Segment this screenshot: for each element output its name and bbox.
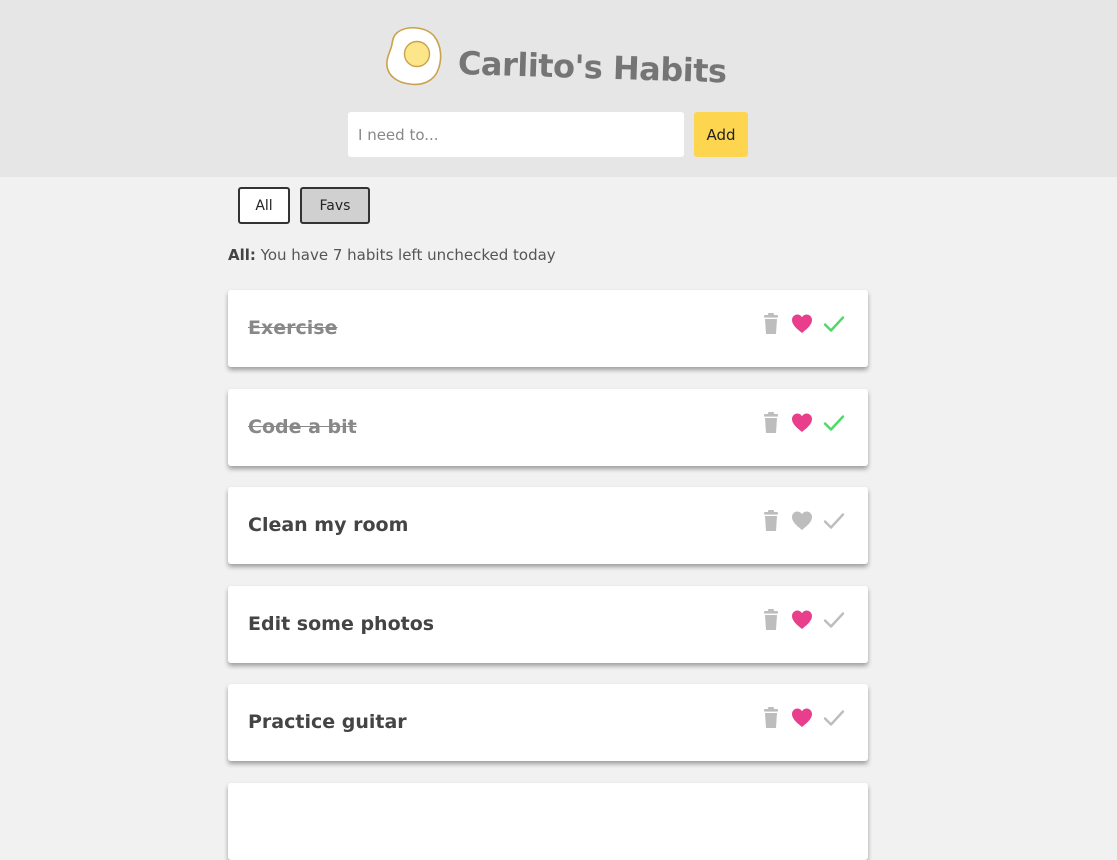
heart-icon[interactable] xyxy=(790,312,814,336)
habit-card: Practice guitar xyxy=(228,684,868,761)
filter-all-button[interactable]: All xyxy=(238,187,290,224)
fried-egg-icon xyxy=(386,27,442,86)
trash-icon[interactable] xyxy=(759,312,783,336)
habit-card: Code a bit xyxy=(228,388,868,466)
app-header: Carlito's Habits Add xyxy=(0,0,1117,177)
heart-icon[interactable] xyxy=(790,411,814,435)
check-icon[interactable] xyxy=(822,608,846,632)
habit-card: Clean my room xyxy=(228,487,868,564)
check-icon[interactable] xyxy=(822,706,846,730)
habit-text: Code a bit xyxy=(248,415,357,438)
heart-icon[interactable] xyxy=(790,706,814,730)
habit-text: Practice guitar xyxy=(248,711,407,733)
habit-input[interactable] xyxy=(348,112,684,157)
add-button[interactable]: Add xyxy=(694,112,748,157)
check-icon[interactable] xyxy=(822,411,846,435)
habits-summary: All: You have 7 habits left unchecked to… xyxy=(228,246,556,264)
habit-card: Exercise xyxy=(228,290,868,367)
summary-label: All: xyxy=(228,246,256,264)
heart-icon[interactable] xyxy=(790,509,814,533)
habit-text: Clean my room xyxy=(248,514,409,536)
habit-card: Edit some photos xyxy=(228,585,868,663)
trash-icon[interactable] xyxy=(759,608,783,632)
habit-text: Edit some photos xyxy=(248,612,435,635)
trash-icon[interactable] xyxy=(759,411,783,435)
check-icon[interactable] xyxy=(822,312,846,336)
app-title: Carlito's Habits xyxy=(457,44,728,91)
trash-icon[interactable] xyxy=(759,509,783,533)
heart-icon[interactable] xyxy=(790,608,814,632)
check-icon[interactable] xyxy=(822,509,846,533)
summary-text: You have 7 habits left unchecked today xyxy=(260,246,556,264)
trash-icon[interactable] xyxy=(759,706,783,730)
habit-card xyxy=(228,782,868,860)
filter-favs-button[interactable]: Favs xyxy=(300,187,370,224)
habit-text: Exercise xyxy=(248,317,338,339)
